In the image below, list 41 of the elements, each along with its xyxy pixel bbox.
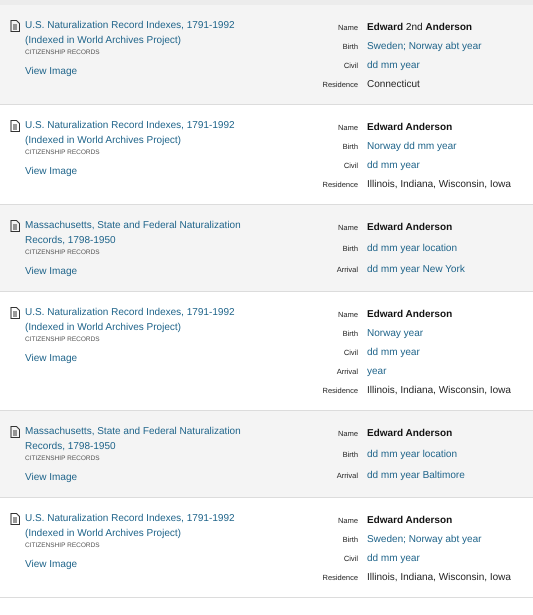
field-link[interactable]: Sweden; Norway abt year [367, 40, 482, 54]
view-image-link[interactable]: View Image [25, 352, 78, 366]
field-link[interactable]: dd mm year New York [367, 263, 465, 277]
field-link[interactable]: dd mm year [367, 552, 511, 566]
field-link[interactable]: dd mm year location [367, 242, 465, 256]
name-value: Edward Anderson [367, 308, 454, 322]
name-value: Edward Anderson [367, 427, 454, 441]
field-link[interactable]: dd mm year location [367, 448, 465, 462]
field-link[interactable]: dd mm year [367, 59, 482, 73]
view-image-link[interactable]: View Image [25, 558, 78, 572]
field-link[interactable]: dd mm year Baltimore [367, 469, 465, 483]
field-value: Illinois, Indiana, Wisconsin, Iowa [367, 384, 511, 398]
field-value: Connecticut [367, 78, 421, 92]
name-value: Edward 2nd Anderson [367, 21, 474, 35]
field-link[interactable]: dd mm year [367, 346, 511, 360]
document-icon [10, 513, 20, 525]
record-title-link[interactable]: Massachusetts, State and Federal Naturalization Records, 1798-1950 [25, 424, 255, 454]
record-title-link[interactable]: Massachusetts, State and Federal Naturalization Records, 1798-1950 [25, 218, 255, 248]
field-value: Illinois, Indiana, Wisconsin, Iowa [367, 178, 511, 192]
field-value: Illinois, Indiana, Wisconsin, Iowa [367, 571, 511, 585]
document-icon [10, 220, 20, 232]
record-title-link[interactable]: U.S. Naturalization Record Indexes, 1791-1992 (Indexed in World Archives Project) [25, 305, 255, 335]
record-title-link[interactable]: U.S. Naturalization Record Indexes, 1791-1992 (Indexed in World Archives Project) [25, 18, 255, 48]
record-title-link[interactable]: U.S. Naturalization Record Indexes, 1791-1992 (Indexed in World Archives Project) [25, 511, 255, 541]
name-value: Edward Anderson [367, 221, 454, 235]
document-icon [10, 426, 20, 438]
name-value: Edward Anderson [367, 514, 454, 528]
view-image-link[interactable]: View Image [25, 65, 78, 79]
view-image-link[interactable]: View Image [25, 165, 78, 179]
field-link[interactable]: year [367, 365, 511, 379]
name-value: Edward Anderson [367, 121, 454, 135]
document-icon [10, 307, 20, 319]
field-link[interactable]: Sweden; Norway abt year [367, 533, 511, 547]
field-link[interactable]: Norway year [367, 327, 511, 341]
view-image-link[interactable]: View Image [25, 471, 78, 485]
record-title-link[interactable]: U.S. Naturalization Record Indexes, 1791-1992 (Indexed in World Archives Project) [25, 118, 255, 148]
field-link[interactable]: Norway dd mm year [367, 140, 511, 154]
field-link[interactable]: dd mm year [367, 159, 511, 173]
document-icon [10, 120, 20, 132]
view-image-link[interactable]: View Image [25, 265, 78, 279]
document-icon [10, 20, 20, 32]
